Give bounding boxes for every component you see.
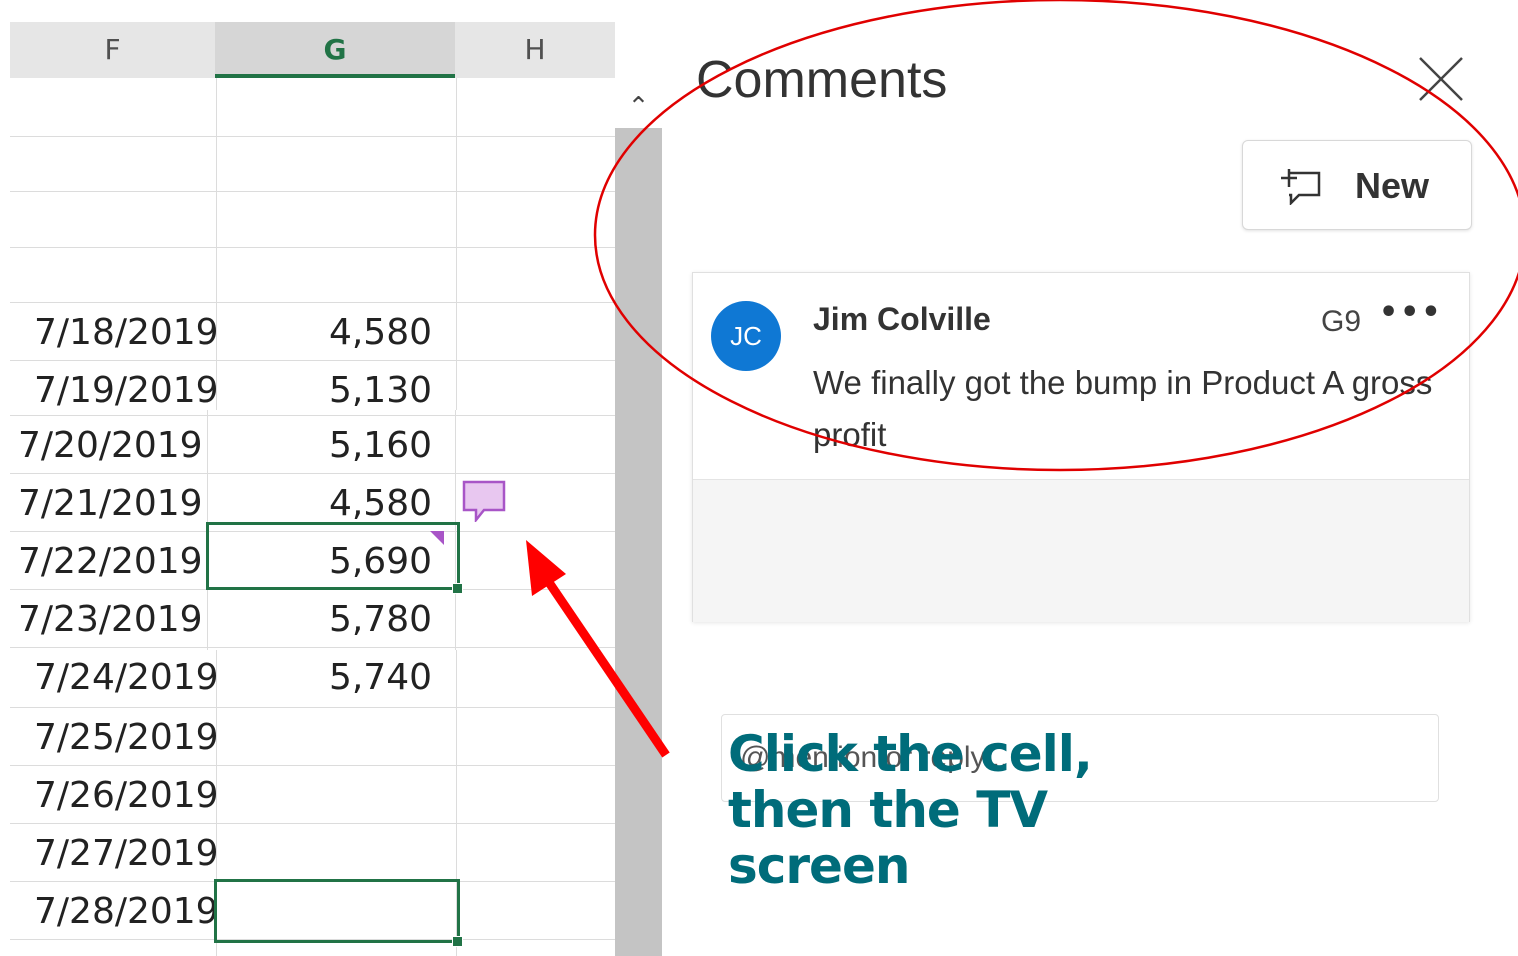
- value-cell[interactable]: [226, 776, 432, 816]
- grid-hline: [10, 191, 615, 192]
- value-cell[interactable]: [226, 834, 432, 874]
- comment-thread-card[interactable]: JC Jim Colville G9 ••• We finally got th…: [692, 272, 1470, 802]
- column-header-h[interactable]: H: [455, 22, 615, 78]
- fill-handle[interactable]: [452, 583, 463, 594]
- comment-body: We finally got the bump in Product A gro…: [813, 364, 1433, 453]
- vertical-scrollbar[interactable]: [615, 78, 662, 956]
- sheet-top-gap: [0, 0, 662, 22]
- date-cell[interactable]: [34, 147, 214, 187]
- value-cell[interactable]: [226, 92, 432, 132]
- date-cell[interactable]: 7/20/2019: [18, 426, 203, 466]
- new-button-label: New: [1355, 165, 1430, 206]
- date-cell[interactable]: [34, 92, 214, 132]
- value-cell[interactable]: 5,130: [226, 371, 432, 411]
- grid-hline: [10, 647, 615, 648]
- chevron-up-icon: ⌃: [627, 92, 650, 122]
- callout-line: Click the cell,: [728, 725, 1093, 783]
- grid-hline: [10, 707, 615, 708]
- value-cell[interactable]: 5,740: [226, 658, 432, 698]
- date-cell[interactable]: 7/19/2019: [34, 371, 219, 411]
- grid-hline: [10, 473, 615, 474]
- scroll-corner: [615, 22, 662, 78]
- new-comment-icon: [1281, 169, 1321, 205]
- grid-hline: [10, 247, 615, 248]
- date-cell[interactable]: 7/26/2019: [34, 776, 219, 816]
- avatar: JC: [711, 301, 781, 371]
- date-cell[interactable]: 7/25/2019: [34, 718, 219, 758]
- comment-indicator-flag: [430, 531, 444, 545]
- scroll-up-button[interactable]: ⌃: [615, 78, 662, 128]
- value-cell[interactable]: 5,160: [226, 426, 432, 466]
- value-cell[interactable]: 4,580: [226, 313, 432, 353]
- selected-cell-g9[interactable]: [206, 522, 460, 590]
- grid-hline: [10, 415, 615, 416]
- comment-bubble-icon[interactable]: [462, 480, 506, 522]
- value-cell[interactable]: [226, 202, 432, 242]
- callout-line: then the TV: [728, 781, 1048, 839]
- value-cell[interactable]: 5,780: [226, 600, 432, 640]
- value-cell[interactable]: [226, 258, 432, 298]
- reply-area: [693, 479, 1469, 802]
- column-header-g[interactable]: G: [215, 22, 455, 78]
- grid-hline: [10, 136, 615, 137]
- date-cell[interactable]: 7/21/2019: [18, 484, 203, 524]
- value-cell[interactable]: 4,580: [226, 484, 432, 524]
- column-header-f[interactable]: F: [10, 22, 215, 78]
- date-cell[interactable]: 7/24/2019: [34, 658, 219, 698]
- date-cell[interactable]: 7/27/2019: [34, 834, 219, 874]
- date-cell[interactable]: [34, 202, 214, 242]
- selected-cell-outline[interactable]: [214, 879, 460, 943]
- instruction-callout: Click the cell, then the TV screen: [728, 725, 1093, 895]
- fill-handle[interactable]: [452, 936, 463, 947]
- date-cell[interactable]: [34, 258, 214, 298]
- grid-hline: [10, 823, 615, 824]
- comment-cell-reference[interactable]: G9: [1321, 305, 1361, 339]
- column-header-bar: F G H: [10, 22, 615, 78]
- date-cell[interactable]: 7/28/2019: [34, 892, 219, 932]
- pane-title: Comments: [696, 51, 948, 109]
- grid-hline: [10, 360, 615, 361]
- value-cell[interactable]: [226, 718, 432, 758]
- date-cell[interactable]: 7/23/2019: [18, 600, 203, 640]
- new-comment-button[interactable]: New: [1242, 140, 1472, 230]
- close-icon[interactable]: [1414, 52, 1468, 106]
- value-cell[interactable]: [226, 147, 432, 187]
- spreadsheet-grid: F G H 7/18/2019 4,580 7/19/2019 5,130 7/20/2…: [0, 0, 662, 956]
- callout-line: screen: [728, 837, 910, 895]
- date-cell[interactable]: 7/22/2019: [18, 542, 203, 582]
- grid-hline: [10, 302, 615, 303]
- more-options-button[interactable]: •••: [1379, 295, 1443, 330]
- grid-hline: [10, 765, 615, 766]
- date-cell[interactable]: 7/18/2019: [34, 313, 219, 353]
- comment-author: Jim Colville: [813, 301, 991, 337]
